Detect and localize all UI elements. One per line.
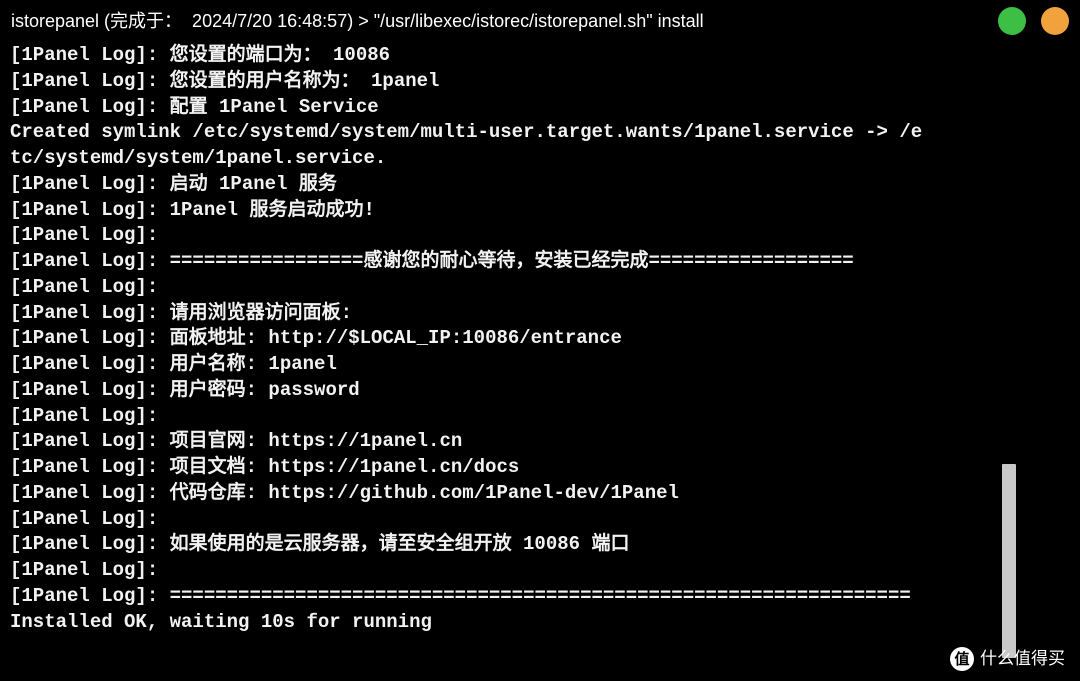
terminal-line: [1Panel Log]: 请用浏览器访问面板: [10, 301, 353, 324]
orange-window-button[interactable] [1041, 7, 1069, 35]
watermark-text: 什么值得买 [980, 649, 1065, 669]
terminal-window: istorepanel (完成于： 2024/7/20 16:48:57) > … [0, 0, 1080, 681]
terminal-line: [1Panel Log]: [10, 404, 159, 427]
watermark: 值 什么值得买 [950, 645, 1065, 673]
terminal-line: [1Panel Log]: 用户名称: 1panel [10, 353, 337, 375]
green-window-button[interactable] [998, 7, 1026, 35]
terminal-line: [1Panel Log]: =================感谢您的耐心等待，… [10, 250, 854, 272]
terminal-line: [1Panel Log]: 如果使用的是云服务器，请至安全组开放 10086 端… [10, 533, 630, 556]
terminal-line: [1Panel Log]: ==========================… [10, 584, 911, 607]
terminal-line: [1Panel Log]: [10, 559, 159, 581]
terminal-line: [1Panel Log]: 您设置的端口为： 10086 [10, 44, 391, 66]
title-bar: istorepanel (完成于： 2024/7/20 16:48:57) > … [0, 0, 1080, 42]
terminal-line: [1Panel Log]: 1Panel 服务启动成功! [10, 198, 375, 221]
terminal-line: tc/systemd/system/1panel.service. [10, 147, 387, 169]
terminal-line: [1Panel Log]: 配置 1Panel Service [10, 95, 379, 118]
terminal-line: [1Panel Log]: [10, 275, 159, 298]
window-title: istorepanel (完成于： 2024/7/20 16:48:57) > … [11, 11, 704, 31]
terminal-output: [1Panel Log]: 您设置的端口为： 10086 [1Panel Log]… [10, 43, 995, 643]
terminal-line: [1Panel Log]: 面板地址: http://$LOCAL_IP:100… [10, 327, 622, 350]
terminal-line: [1Panel Log]: 用户密码: password [10, 378, 360, 401]
terminal-line: [1Panel Log]: 项目文档: https://1panel.cn/do… [10, 456, 520, 478]
vertical-scrollbar[interactable] [1002, 464, 1016, 658]
terminal-line: [1Panel Log]: 项目官网: https://1panel.cn [10, 430, 463, 453]
terminal-line: [1Panel Log]: 代码仓库: https://github.com/1… [10, 481, 679, 504]
terminal-line: [1Panel Log]: 您设置的用户名称为： 1panel [10, 69, 440, 92]
terminal-line: Created symlink /etc/systemd/system/mult… [10, 121, 923, 144]
terminal-line: [1Panel Log]: 启动 1Panel 服务 [10, 172, 337, 195]
terminal-line: [1Panel Log]: [10, 224, 159, 247]
terminal-line: [1Panel Log]: [10, 507, 159, 530]
watermark-logo: 值 [950, 647, 974, 671]
terminal-line: Installed OK, waiting 10s for running [10, 610, 432, 633]
